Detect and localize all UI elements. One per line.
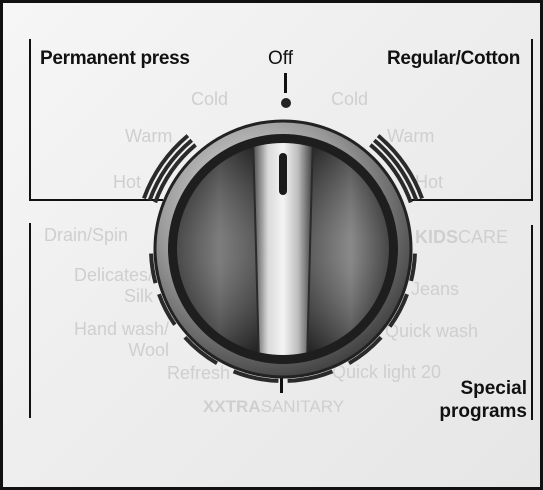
cycle-selector-dial[interactable]	[3, 3, 543, 490]
off-indicator-dot-icon	[281, 98, 291, 108]
knob-pointer-icon	[279, 153, 287, 195]
washer-control-panel: Permanent press Off Regular/Cotton Cold …	[0, 0, 543, 490]
